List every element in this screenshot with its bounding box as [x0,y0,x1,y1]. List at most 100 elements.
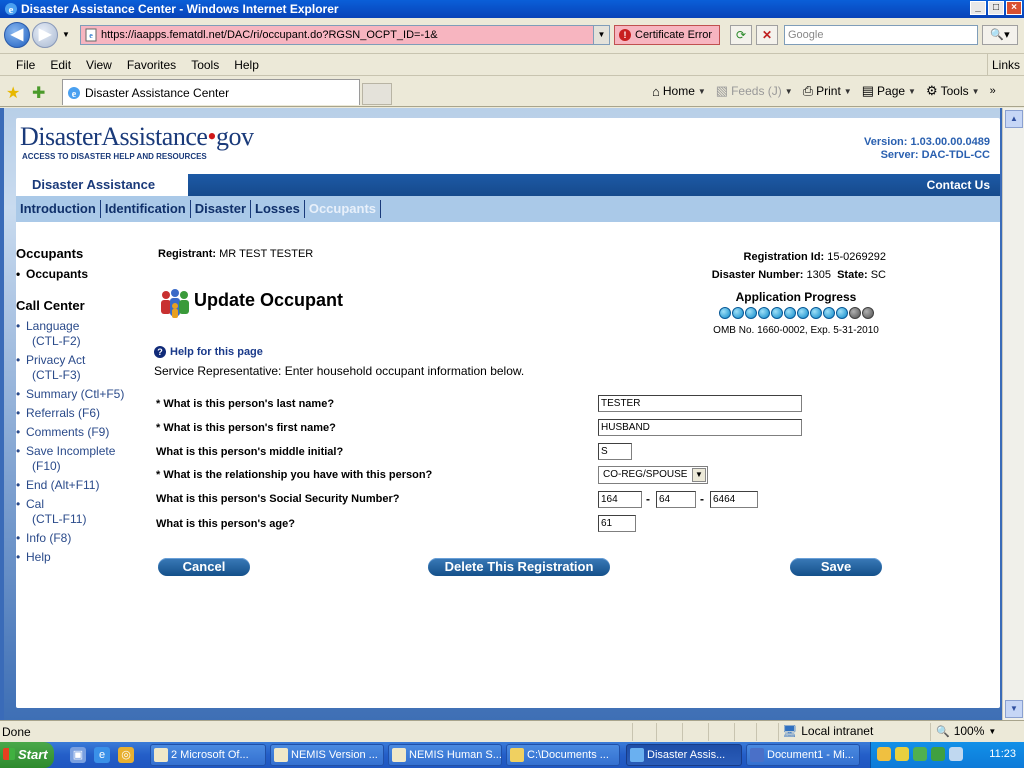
back-button[interactable]: ◀ [4,22,30,48]
first-name-input[interactable]: HUSBAND [598,419,802,436]
add-favorite-icon[interactable]: ✚ [32,83,45,103]
search-input[interactable]: Google [784,25,978,45]
status-cell [656,723,657,741]
chevron-down-icon: ▼ [692,468,706,482]
delete-registration-button[interactable]: Delete This Registration [428,558,610,576]
progress-step-complete [744,307,757,319]
nemis-hs-icon [392,748,406,762]
scroll-down-icon[interactable]: ▼ [1005,700,1023,718]
window-title: Disaster Assistance Center - Windows Int… [21,2,339,16]
menu-help[interactable]: Help [234,58,259,72]
address-field[interactable]: e https://iaapps.fematdl.net/DAC/ri/occu… [80,25,610,45]
sidebar-item-info[interactable]: Info (F8) [16,531,146,546]
nav-losses[interactable]: Losses [251,200,305,218]
page-icon: ▤ [861,83,875,98]
feeds-button[interactable]: ▧ Feeds (J) ▼ [716,83,793,99]
certificate-error-button[interactable]: ! Certificate Error [614,25,720,45]
sidebar-item-language[interactable]: Language(CTL-F2) [16,319,146,349]
minimize-button[interactable]: _ [970,1,986,15]
zoom-icon: 🔍 [936,725,950,738]
last-name-input[interactable]: TESTER [598,395,802,412]
forward-button[interactable]: ▶ [32,22,58,48]
taskbar-item-microsoft-office[interactable]: 2 Microsoft Of... [150,744,266,766]
menu-favorites[interactable]: Favorites [127,58,176,72]
page-menu-button[interactable]: ▤ Page ▼ [862,83,916,99]
address-dropdown-icon[interactable]: ▼ [593,26,609,44]
sidebar-item-help[interactable]: Help [16,550,146,565]
taskbar-item-documents-folder[interactable]: C:\Documents ... [506,744,620,766]
nav-identification[interactable]: Identification [101,200,191,218]
contact-us-link[interactable]: Contact Us [927,178,990,192]
new-tab-button[interactable] [362,83,392,105]
menu-file[interactable]: File [16,58,35,72]
close-button[interactable]: × [1006,1,1022,15]
tray-security-icon[interactable] [895,747,909,761]
site-logo[interactable]: DisasterAssistance•gov [20,122,254,152]
tray-volume-icon[interactable] [949,747,963,761]
tab-disaster-assistance-center[interactable]: e Disaster Assistance Center [62,79,360,105]
quicklaunch-desktop-icon[interactable]: ▣ [70,747,86,763]
home-button[interactable]: ⌂ Home ▼ [652,84,706,99]
tray-network-icon[interactable] [913,747,927,761]
search-button[interactable]: 🔍▾ [982,25,1018,45]
print-button[interactable]: ⎙ Print ▼ [803,83,852,99]
middle-initial-input[interactable]: S [598,443,632,460]
app-header-bar: Disaster Assistance Contact Us [16,174,1000,196]
menu-view[interactable]: View [86,58,112,72]
nav-introduction[interactable]: Introduction [16,200,101,218]
ssn-part3-input[interactable]: 6464 [710,491,758,508]
progress-label: Application Progress [735,290,857,304]
quicklaunch-ie-icon[interactable]: e [94,747,110,763]
ssn-part1-input[interactable]: 164 [598,491,642,508]
help-for-page-link[interactable]: ? Help for this page [154,346,263,358]
history-dropdown-icon[interactable]: ▼ [62,30,70,39]
version-info: Version: 1.03.00.00.0489 Server: DAC-TDL… [864,136,990,162]
stop-button[interactable]: ✕ [756,25,778,45]
family-icon [161,289,189,318]
vertical-scrollbar[interactable]: ▲ ▼ [1002,108,1024,720]
quicklaunch-outlook-icon[interactable]: ◎ [118,747,134,763]
browser-viewport: DisasterAssistance•gov ACCESS TO DISASTE… [0,108,1024,720]
tray-antivirus-icon[interactable] [931,747,945,761]
relationship-select[interactable]: CO-REG/SPOUSE ▼ [598,466,708,484]
sidebar-item-privacy-act[interactable]: Privacy Act(CTL-F3) [16,353,146,383]
ssn-part2-input[interactable]: 64 [656,491,696,508]
word-icon [750,748,764,762]
links-toolbar[interactable]: Links [986,54,1024,76]
sidebar-item-end[interactable]: End (Alt+F11) [16,478,146,493]
sidebar-item-summary[interactable]: Summary (Ctl+F5) [16,387,146,402]
nav-occupants[interactable]: Occupants [305,200,382,218]
nav-disaster[interactable]: Disaster [191,200,252,218]
scroll-up-icon[interactable]: ▲ [1005,110,1023,128]
security-zone[interactable]: 🖥 Local intranet [782,724,873,738]
tools-menu-button[interactable]: ⚙ Tools ▼ [926,83,980,99]
sidebar-item-cal[interactable]: Cal(CTL-F11) [16,497,146,527]
refresh-button[interactable]: ⟳ [730,25,752,45]
address-text: https://iaapps.fematdl.net/DAC/ri/occupa… [101,29,438,41]
more-commands-icon[interactable]: » [990,85,996,97]
menu-tools[interactable]: Tools [191,58,219,72]
sidebar-item-occupants[interactable]: Occupants [16,267,146,282]
tray-clock-icon[interactable] [877,747,891,761]
progress-step-complete [822,307,835,319]
start-button[interactable]: Start [0,742,54,768]
address-toolbar: ◀ ▶ ▼ e https://iaapps.fematdl.net/DAC/r… [0,18,1024,54]
taskbar-item-nemis-version[interactable]: NEMIS Version ... [270,744,384,766]
sidebar-item-referrals[interactable]: Referrals (F6) [16,406,146,421]
taskbar-item-disaster-assistance[interactable]: Disaster Assis... [626,744,742,766]
chevron-down-icon: ▼ [697,86,706,96]
favorites-star-icon[interactable]: ★ [6,83,20,103]
taskbar-item-nemis-human[interactable]: NEMIS Human S... [388,744,502,766]
maximize-button[interactable]: □ [988,1,1004,15]
registration-id: 15-0269292 [827,251,886,263]
menu-edit[interactable]: Edit [50,58,71,72]
age-input[interactable]: 61 [598,515,636,532]
sidebar-item-comments[interactable]: Comments (F9) [16,425,146,440]
taskbar-item-document1-word[interactable]: Document1 - Mi... [746,744,860,766]
sidebar-item-save-incomplete[interactable]: Save Incomplete(F10) [16,444,146,474]
folder-icon [510,748,524,762]
zoom-control[interactable]: 🔍 100% ▼ [936,724,996,738]
cancel-button[interactable]: Cancel [158,558,250,576]
save-button[interactable]: Save [790,558,882,576]
application-progress: Application Progress OMB No. 1660-0002, … [706,290,886,336]
